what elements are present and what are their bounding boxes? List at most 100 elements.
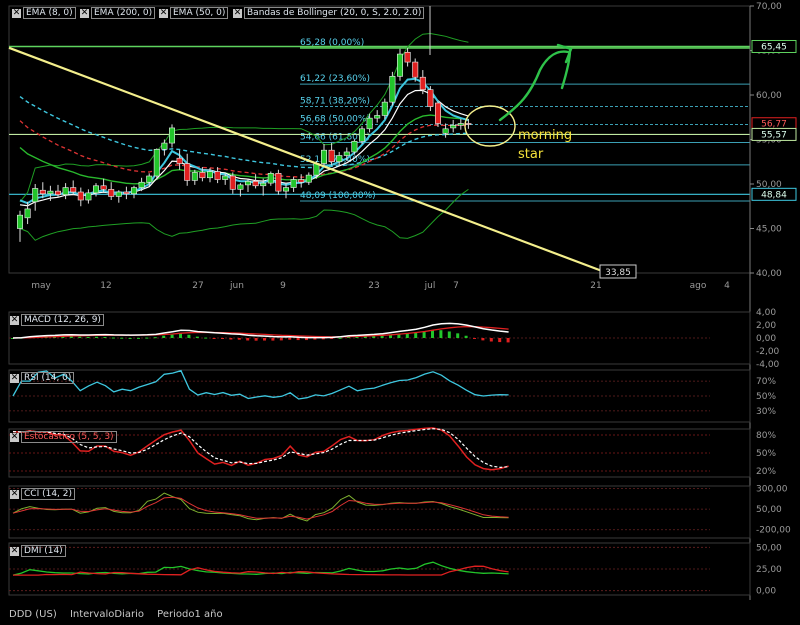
candle-body [245,181,252,186]
macd-tick-label: -4,00 [756,360,780,370]
ema200-line [19,96,469,169]
close-icon[interactable]: ✕ [12,9,21,18]
candle-body [207,171,214,179]
macd-histogram-bar [246,338,250,341]
candle-body [389,76,396,103]
macd-histogram-bar [170,334,174,338]
macd-histogram-bar [195,336,199,338]
symbol-label: DDD (US) [9,609,57,620]
candle-body [290,179,297,188]
close-icon[interactable]: ✕ [159,9,168,18]
stoch-tick-label: 80% [756,431,776,441]
macd-histogram-bar [506,338,510,343]
candle-body [404,51,411,63]
x-tick-label: 23 [368,281,379,291]
period-label[interactable]: Periodo1 año [157,609,222,620]
macd-histogram-bar [179,333,182,338]
y-tick-label: 60,00 [756,91,782,101]
close-icon[interactable]: ✕ [80,9,89,18]
indicator-tag-rsi[interactable]: ✕ RSI (14, 0) [10,372,75,385]
indicator-tag-stochastic[interactable]: ✕ Estocástico (5, 5, 3) [10,431,117,444]
macd-histogram-bar [187,334,191,338]
candle-body [366,117,373,130]
indicator-tag-dmi[interactable]: ✕ DMI (14) [10,545,66,558]
candle-body [282,187,289,192]
ema50-line [19,114,469,185]
candle-body [138,181,145,188]
interval-label[interactable]: IntervaloDiario [70,609,144,620]
pattern-circle [464,105,516,147]
candle-body [374,115,381,119]
rsi-tick-label: 70% [756,377,776,387]
candle-body [275,173,282,192]
dmi-tick-label: 25,00 [756,565,782,575]
rsi-line [12,369,509,400]
candle-body [320,149,327,164]
candle-body [77,191,84,201]
macd-histogram-bar [481,338,485,341]
candle-body [229,175,236,190]
candle-body [237,184,244,190]
y-tick-label: 70,00 [756,2,782,12]
candle-body [298,179,305,183]
macd-histogram-bar [288,338,292,340]
macd-histogram-bar [145,337,149,339]
price-label-lower: 48,84 [761,190,787,200]
candle-body [457,123,464,126]
close-icon[interactable]: ✕ [10,374,19,383]
macd-histogram-bar [439,330,443,338]
candle-body [62,187,69,195]
close-icon[interactable]: ✕ [233,9,242,18]
macd-histogram-bar [338,337,342,339]
candle-body [336,155,343,163]
x-tick-label: 7 [453,281,459,291]
close-icon[interactable]: ✕ [10,547,19,556]
red-dashed-ma [19,120,469,178]
candle-body [24,208,31,219]
macd-histogram-bar [229,338,233,340]
candle-body [305,174,312,183]
dmi-tick-label: 50,00 [756,543,782,553]
dmi-tick-label: 0,00 [756,587,776,597]
indicator-tag-bollinger[interactable]: ✕ Bandas de Bollinger (20, 0, S, 2.0, 2.0… [233,7,425,20]
macd-histogram-bar [162,335,166,338]
macd-tick-label: 4,00 [756,308,776,318]
candle-body [39,189,46,195]
ema-fast-line [19,77,469,205]
macd-histogram-bar [153,337,157,339]
macd-histogram-bar [489,338,493,342]
macd-histogram-bar [414,332,418,338]
candle-body [358,128,365,142]
close-icon[interactable]: ✕ [10,433,19,442]
macd-histogram-bar [464,335,468,338]
cci-tick-label: 50,00 [756,505,782,515]
x-tick-label: 9 [280,281,286,291]
indicator-tag-ema50[interactable]: ✕ EMA (50, 0) [159,7,229,20]
indicator-tag-macd[interactable]: ✕ MACD (12, 26, 9) [10,314,104,327]
indicator-tag-ema8[interactable]: ✕ EMA (8, 0) [12,7,76,20]
candle-body [199,172,206,179]
rsi-tick-label: 50% [756,392,776,402]
close-icon[interactable]: ✕ [10,316,19,325]
macd-histogram-bar [405,333,409,338]
macd-tick-label: 2,00 [756,321,776,331]
fib-level-label: 61,22 (23,60%) [300,74,370,84]
macd-histogram-bar [120,337,124,339]
macd-histogram-bar [431,330,434,338]
macd-tick-label: -2,00 [756,347,780,357]
close-icon[interactable]: ✕ [10,490,19,499]
candle-body [450,124,457,129]
macd-histogram-bar [204,337,208,339]
arrow-annotation [498,43,573,122]
macd-histogram-bar [422,331,426,338]
x-tick-label: ago [690,281,707,291]
indicator-tag-ema200[interactable]: ✕ EMA (200, 0) [80,7,156,20]
candle-body [146,175,153,183]
macd-histogram-bar [137,337,140,339]
x-tick-label: jul [424,281,436,291]
status-footer: DDD (US) IntervaloDiario Periodo1 año [9,609,233,620]
candle-body [260,182,267,187]
indicator-tag-cci[interactable]: ✕ CCI (14, 2) [10,488,76,501]
candle-body [184,163,191,181]
candle-body [131,187,138,195]
